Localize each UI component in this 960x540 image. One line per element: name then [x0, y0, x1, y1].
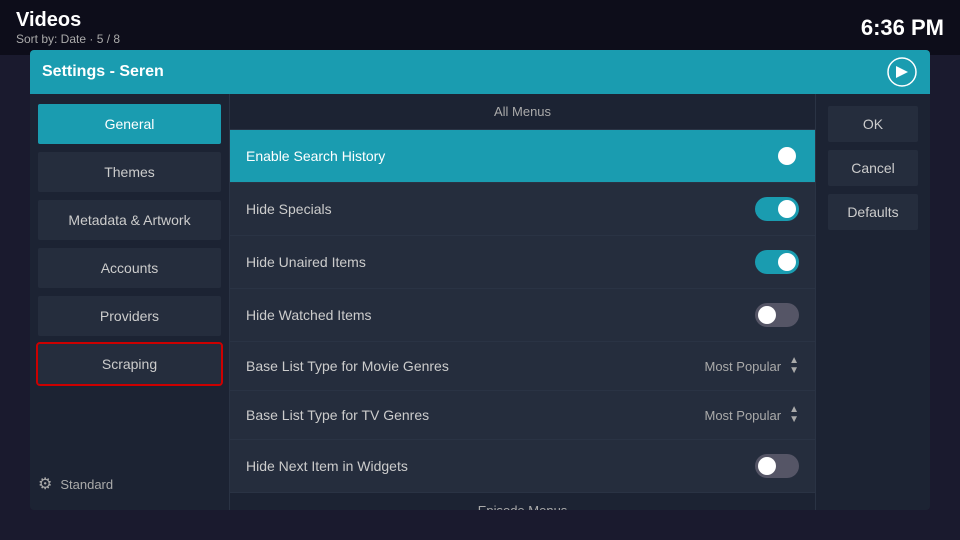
sidebar-bottom-label: Standard	[60, 477, 113, 492]
toggle-hide-next-item[interactable]	[755, 454, 799, 478]
dialog-title: Settings - Seren	[42, 63, 164, 81]
settings-row-base-list-tv[interactable]: Base List Type for TV Genres Most Popula…	[230, 391, 815, 440]
cancel-button[interactable]: Cancel	[828, 150, 918, 186]
section-header-episode-menus: Episode Menus	[230, 493, 815, 510]
row-label: Base List Type for Movie Genres	[246, 358, 705, 374]
clock: 6:36 PM	[861, 15, 944, 41]
row-value: Most Popular	[705, 359, 782, 374]
row-value: Most Popular	[705, 408, 782, 423]
ok-button[interactable]: OK	[828, 106, 918, 142]
dialog-body: General Themes Metadata & Artwork Accoun…	[30, 94, 930, 510]
dialog-header: Settings - Seren	[30, 50, 930, 94]
row-label: Enable Search History	[246, 148, 755, 164]
settings-row-hide-next-item[interactable]: Hide Next Item in Widgets	[230, 440, 815, 493]
sidebar: General Themes Metadata & Artwork Accoun…	[30, 94, 230, 510]
dropdown-chevrons-movie[interactable]: ▲ ▼	[789, 356, 799, 376]
page-title: Videos	[16, 9, 120, 32]
top-bar: Videos Sort by: Date · 5 / 8 6:36 PM	[0, 0, 960, 55]
settings-row-hide-watched[interactable]: Hide Watched Items	[230, 289, 815, 342]
section-header-all-menus: All Menus	[230, 94, 815, 130]
settings-row-base-list-movie[interactable]: Base List Type for Movie Genres Most Pop…	[230, 342, 815, 391]
right-panel: OK Cancel Defaults	[815, 94, 930, 510]
kodi-logo	[886, 56, 918, 88]
sidebar-item-metadata[interactable]: Metadata & Artwork	[38, 200, 221, 240]
row-label: Hide Unaired Items	[246, 254, 755, 270]
dropdown-chevrons-tv[interactable]: ▲ ▼	[789, 405, 799, 425]
row-label: Hide Next Item in Widgets	[246, 458, 755, 474]
settings-row-hide-unaired[interactable]: Hide Unaired Items	[230, 236, 815, 289]
sidebar-item-providers[interactable]: Providers	[38, 296, 221, 336]
main-content: All Menus Enable Search History Hide Spe…	[230, 94, 815, 510]
toggle-enable-search-history[interactable]	[755, 144, 799, 168]
sidebar-item-general[interactable]: General	[38, 104, 221, 144]
sidebar-item-accounts[interactable]: Accounts	[38, 248, 221, 288]
settings-row-hide-specials[interactable]: Hide Specials	[230, 183, 815, 236]
row-label: Base List Type for TV Genres	[246, 407, 705, 423]
toggle-hide-watched[interactable]	[755, 303, 799, 327]
settings-dialog: Settings - Seren General Themes Metadata…	[30, 50, 930, 510]
sidebar-item-themes[interactable]: Themes	[38, 152, 221, 192]
toggle-hide-specials[interactable]	[755, 197, 799, 221]
page-subtitle: Sort by: Date · 5 / 8	[16, 32, 120, 46]
row-label: Hide Specials	[246, 201, 755, 217]
sidebar-bottom: ⚙ Standard	[30, 466, 229, 502]
defaults-button[interactable]: Defaults	[828, 194, 918, 230]
settings-list[interactable]: All Menus Enable Search History Hide Spe…	[230, 94, 815, 510]
row-label: Hide Watched Items	[246, 307, 755, 323]
sidebar-item-scraping[interactable]: Scraping	[38, 344, 221, 384]
toggle-hide-unaired[interactable]	[755, 250, 799, 274]
gear-icon: ⚙	[38, 474, 52, 494]
top-bar-left: Videos Sort by: Date · 5 / 8	[16, 9, 120, 46]
settings-row-enable-search-history[interactable]: Enable Search History	[230, 130, 815, 183]
